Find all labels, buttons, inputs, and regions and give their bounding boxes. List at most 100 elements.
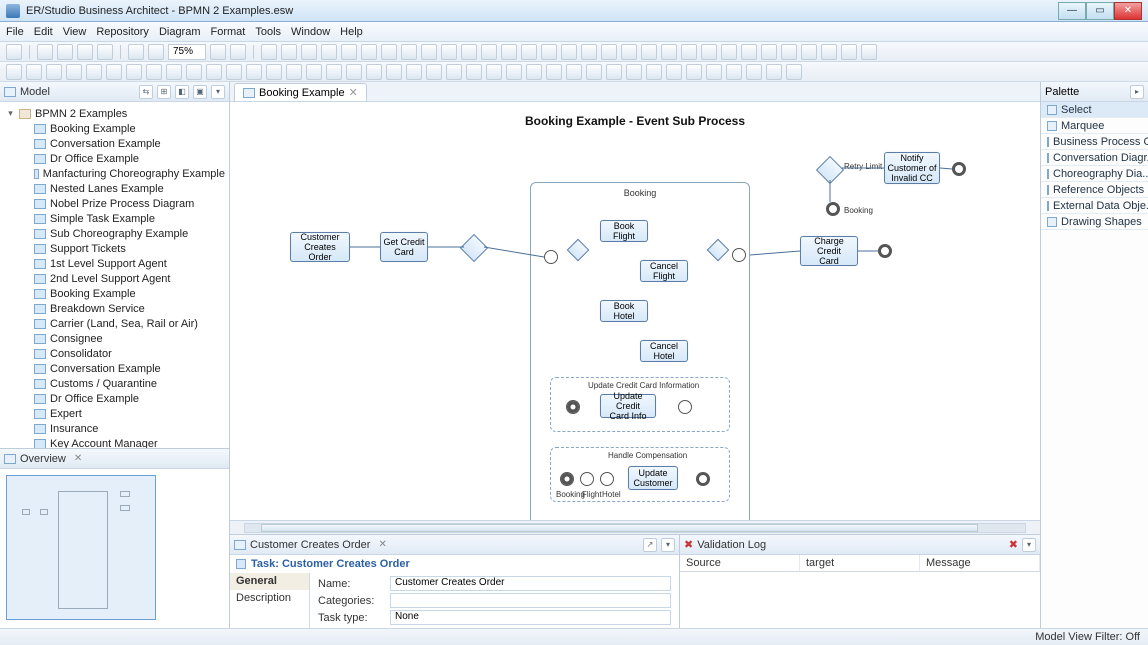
tool-btn[interactable] <box>401 44 417 60</box>
panel-btn[interactable]: ⊞ <box>157 85 171 99</box>
start-event[interactable] <box>560 472 574 486</box>
tool-btn[interactable] <box>781 44 797 60</box>
palette-item[interactable]: Business Process O... <box>1041 134 1148 150</box>
panel-btn[interactable]: ⇆ <box>139 85 153 99</box>
tool-btn[interactable] <box>721 44 737 60</box>
tool-btn[interactable] <box>466 64 482 80</box>
tool-btn[interactable] <box>766 64 782 80</box>
task-book-hotel[interactable]: Book Hotel <box>600 300 648 322</box>
menu-diagram[interactable]: Diagram <box>159 26 201 38</box>
palette-item[interactable]: Conversation Diagr... <box>1041 150 1148 166</box>
tool-btn[interactable] <box>821 44 837 60</box>
panel-btn[interactable]: ▣ <box>193 85 207 99</box>
tool-btn[interactable] <box>661 44 677 60</box>
panel-btn[interactable]: ◧ <box>175 85 189 99</box>
menu-help[interactable]: Help <box>340 26 363 38</box>
tree-item[interactable]: Expert <box>4 406 225 421</box>
tool-btn[interactable] <box>701 44 717 60</box>
menu-edit[interactable]: Edit <box>34 26 53 38</box>
tool-btn[interactable] <box>406 64 422 80</box>
tool-btn[interactable] <box>641 44 657 60</box>
tree-item[interactable]: Sub Choreography Example <box>4 226 225 241</box>
palette-item[interactable]: Marquee <box>1041 118 1148 134</box>
menu-window[interactable]: Window <box>291 26 330 38</box>
tool-btn[interactable] <box>106 64 122 80</box>
tree-item[interactable]: Booking Example <box>4 286 225 301</box>
tool-btn[interactable] <box>57 44 73 60</box>
model-tree[interactable]: ▾BPMN 2 Examples Booking Example Conversa… <box>0 102 229 448</box>
menu-file[interactable]: File <box>6 26 24 38</box>
palette-item[interactable]: Drawing Shapes <box>1041 214 1148 230</box>
tool-btn[interactable] <box>646 64 662 80</box>
tool-btn[interactable] <box>246 64 262 80</box>
tool-btn[interactable] <box>146 64 162 80</box>
tool-btn[interactable] <box>421 44 437 60</box>
tree-item[interactable]: Simple Task Example <box>4 211 225 226</box>
vlog-col-target[interactable]: target <box>800 555 920 571</box>
tool-btn[interactable] <box>361 44 377 60</box>
tool-btn[interactable] <box>166 64 182 80</box>
panel-btn[interactable]: ▾ <box>1022 538 1036 552</box>
tool-btn[interactable] <box>301 44 317 60</box>
tool-btn[interactable] <box>486 64 502 80</box>
tree-item[interactable]: Nobel Prize Process Diagram <box>4 196 225 211</box>
tree-item[interactable]: Insurance <box>4 421 225 436</box>
tool-btn[interactable] <box>26 64 42 80</box>
task-book-flight[interactable]: Book Flight <box>600 220 648 242</box>
gateway[interactable] <box>816 156 844 184</box>
tool-btn[interactable] <box>746 64 762 80</box>
tree-item[interactable]: Key Account Manager <box>4 436 225 448</box>
task-get-credit-card[interactable]: Get Credit Card <box>380 232 428 262</box>
tree-item[interactable]: Consolidator <box>4 346 225 361</box>
tool-btn[interactable] <box>306 64 322 80</box>
intermediate-event[interactable] <box>580 472 594 486</box>
palette-item[interactable]: Reference Objects <box>1041 182 1148 198</box>
menu-format[interactable]: Format <box>211 26 246 38</box>
tool-btn[interactable] <box>506 64 522 80</box>
tool-btn[interactable] <box>321 44 337 60</box>
tool-btn[interactable] <box>97 44 113 60</box>
tool-btn[interactable] <box>446 64 462 80</box>
tool-btn[interactable] <box>741 44 757 60</box>
tool-btn[interactable] <box>586 64 602 80</box>
menu-view[interactable]: View <box>63 26 87 38</box>
tool-btn[interactable] <box>261 44 277 60</box>
tool-btn[interactable] <box>566 64 582 80</box>
tool-btn[interactable] <box>381 44 397 60</box>
tool-btn[interactable] <box>266 64 282 80</box>
palette-item[interactable]: External Data Obje... <box>1041 198 1148 214</box>
start-event[interactable] <box>566 400 580 414</box>
tool-btn[interactable] <box>6 64 22 80</box>
end-event[interactable] <box>732 248 746 262</box>
tree-item[interactable]: Booking Example <box>4 121 225 136</box>
tool-btn[interactable] <box>481 44 497 60</box>
tool-btn[interactable] <box>626 64 642 80</box>
task-cancel-hotel[interactable]: Cancel Hotel <box>640 340 688 362</box>
intermediate-event[interactable] <box>600 472 614 486</box>
props-side-description[interactable]: Description <box>230 590 309 607</box>
tool-btn[interactable] <box>841 44 857 60</box>
tool-btn[interactable] <box>621 44 637 60</box>
intermediate-event[interactable] <box>826 202 840 216</box>
panel-btn[interactable]: ▸ <box>1130 85 1144 99</box>
tool-btn[interactable] <box>366 64 382 80</box>
editor-tab[interactable]: Booking Example ✕ <box>234 83 367 101</box>
prop-value-name[interactable]: Customer Creates Order <box>390 576 671 591</box>
tool-btn[interactable] <box>148 44 164 60</box>
horizontal-scrollbar[interactable] <box>230 520 1040 534</box>
tool-btn[interactable] <box>206 64 222 80</box>
tree-item[interactable]: Manfacturing Choreography Example <box>4 166 225 181</box>
tree-root[interactable]: ▾BPMN 2 Examples <box>4 106 225 121</box>
tree-item[interactable]: Support Tickets <box>4 241 225 256</box>
tree-item[interactable]: 1st Level Support Agent <box>4 256 225 271</box>
tree-item[interactable]: Conversation Example <box>4 361 225 376</box>
tool-btn[interactable] <box>46 64 62 80</box>
zoom-select[interactable]: 75% <box>168 44 206 60</box>
tool-btn[interactable] <box>37 44 53 60</box>
tool-btn[interactable] <box>801 44 817 60</box>
tool-btn[interactable] <box>706 64 722 80</box>
end-event[interactable] <box>696 472 710 486</box>
tool-btn[interactable] <box>6 44 22 60</box>
close-button[interactable]: ✕ <box>1114 2 1142 20</box>
minimize-button[interactable]: — <box>1058 2 1086 20</box>
